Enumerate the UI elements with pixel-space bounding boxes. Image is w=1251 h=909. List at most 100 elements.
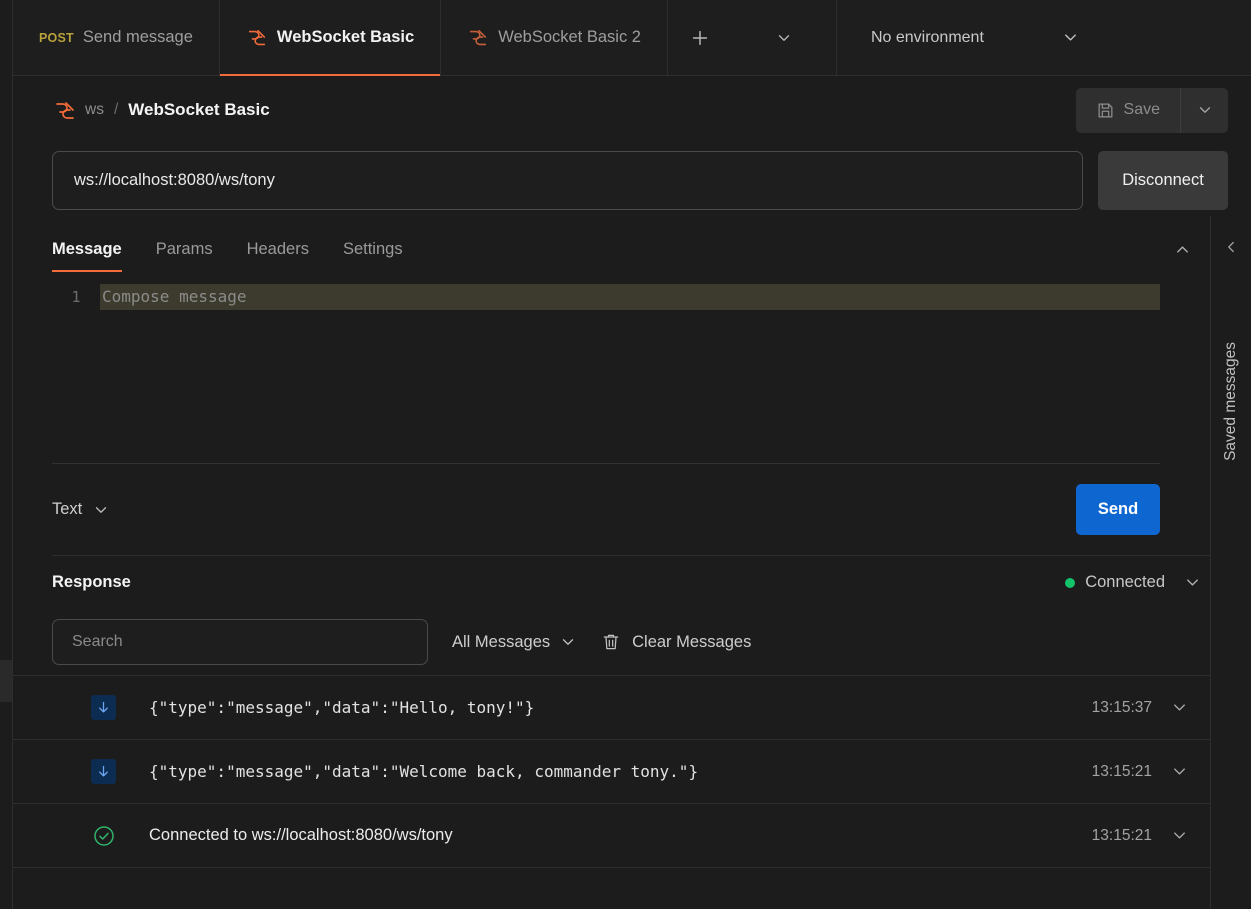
trash-icon [601, 632, 621, 652]
message-timestamp: 13:15:21 [1092, 827, 1152, 845]
chevron-down-icon [1061, 28, 1080, 47]
left-rail [0, 0, 13, 909]
request-header: ws / WebSocket Basic Save [13, 76, 1251, 144]
message-editor-zone: 1 Compose message Text [13, 272, 1210, 556]
message-format-label: Text [52, 500, 82, 519]
arrow-down-icon [91, 759, 116, 784]
tab-message[interactable]: Message [52, 240, 122, 272]
send-button-label: Send [1098, 500, 1138, 519]
saved-messages-rail: Saved messages [1210, 216, 1251, 909]
left-rail-active-block [0, 660, 12, 702]
chevron-down-icon [92, 501, 110, 519]
send-bar: Text Send [52, 464, 1210, 556]
message-list-footer [13, 867, 1210, 909]
editor-gutter: 1 [52, 272, 100, 463]
websocket-icon [53, 99, 75, 121]
message-text: {"type":"message","data":"Welcome back, … [149, 762, 698, 781]
url-input[interactable]: ws://localhost:8080/ws/tony [52, 151, 1083, 210]
response-section: Response Connected [13, 556, 1210, 909]
status-dot-icon [1065, 578, 1075, 588]
breadcrumb-separator: / [114, 101, 118, 119]
arrow-down-icon [91, 695, 116, 720]
breadcrumb-protocol: ws [85, 101, 104, 119]
tab-headers-label: Headers [247, 240, 309, 258]
chevron-left-icon[interactable] [1222, 238, 1240, 256]
tab-label: Send message [83, 28, 193, 47]
table-row[interactable]: {"type":"message","data":"Hello, tony!"}… [13, 675, 1210, 739]
message-timestamp: 13:15:37 [1092, 699, 1152, 717]
main-column: POST Send message WebSocket Basic [13, 0, 1251, 909]
collapse-response-button[interactable] [1183, 573, 1202, 592]
app-window: POST Send message WebSocket Basic [0, 0, 1251, 909]
request-subtabs: Message Params Headers Settings [13, 216, 1210, 272]
tab-message-label: Message [52, 240, 122, 258]
save-button-label: Save [1124, 101, 1160, 119]
message-list: {"type":"message","data":"Hello, tony!"}… [13, 675, 1210, 909]
floppy-disk-icon [1096, 101, 1115, 120]
tab-label: WebSocket Basic 2 [498, 28, 641, 47]
tab-bar: POST Send message WebSocket Basic [13, 0, 1251, 76]
check-circle-icon [91, 823, 116, 848]
send-button[interactable]: Send [1076, 484, 1160, 535]
chevron-down-icon [775, 29, 793, 47]
message-text: Connected to ws://localhost:8080/ws/tony [149, 826, 453, 844]
connection-status: Connected [1065, 573, 1210, 592]
body-wrap: Message Params Headers Settings [13, 216, 1251, 909]
table-row[interactable]: {"type":"message","data":"Welcome back, … [13, 739, 1210, 803]
response-header: Response Connected [13, 556, 1210, 609]
expand-message-button[interactable] [1170, 762, 1189, 781]
clear-messages-button[interactable]: Clear Messages [601, 632, 751, 652]
message-body: {"type":"message","data":"Welcome back, … [149, 762, 1092, 782]
search-input-placeholder: Search [72, 633, 123, 651]
tab-settings-label: Settings [343, 240, 403, 258]
chevron-up-icon [1173, 240, 1192, 259]
tab-params[interactable]: Params [156, 240, 213, 272]
tab-headers[interactable]: Headers [247, 240, 309, 272]
breadcrumb: ws / WebSocket Basic [53, 99, 1076, 121]
save-button[interactable]: Save [1076, 88, 1181, 133]
editor-placeholder: Compose message [100, 284, 1160, 310]
editor-code-area[interactable]: Compose message [100, 272, 1160, 463]
tab-websocket-basic-2[interactable]: WebSocket Basic 2 [441, 0, 668, 75]
status-badge: Connected [1085, 573, 1165, 592]
websocket-icon [246, 27, 268, 49]
environment-selector[interactable]: No environment [837, 0, 1102, 75]
clear-messages-label: Clear Messages [632, 633, 751, 652]
editor-line-number: 1 [52, 284, 100, 310]
tab-list-button[interactable] [732, 0, 837, 75]
websocket-icon [467, 27, 489, 49]
tab-send-message[interactable]: POST Send message [13, 0, 220, 75]
environment-label: No environment [871, 29, 984, 47]
message-editor[interactable]: 1 Compose message [52, 272, 1160, 464]
tab-websocket-basic[interactable]: WebSocket Basic [220, 0, 441, 75]
response-title: Response [52, 573, 131, 592]
plus-icon [689, 27, 711, 49]
save-button-group: Save [1076, 88, 1228, 133]
url-row: ws://localhost:8080/ws/tony Disconnect [13, 144, 1251, 216]
new-tab-button[interactable] [668, 0, 732, 75]
saved-messages-label[interactable]: Saved messages [1222, 342, 1240, 461]
save-options-button[interactable] [1181, 88, 1228, 133]
tab-settings[interactable]: Settings [343, 240, 403, 272]
chevron-down-icon [1196, 101, 1214, 119]
message-body: Connected to ws://localhost:8080/ws/tony [149, 826, 1092, 845]
message-format-selector[interactable]: Text [52, 500, 110, 519]
table-row[interactable]: Connected to ws://localhost:8080/ws/tony… [13, 803, 1210, 867]
search-input[interactable]: Search [52, 619, 428, 665]
message-timestamp: 13:15:21 [1092, 763, 1152, 781]
tab-params-label: Params [156, 240, 213, 258]
body-main: Message Params Headers Settings [13, 216, 1210, 909]
response-toolbar: Search All Messages [13, 609, 1210, 675]
message-filter-label: All Messages [452, 633, 550, 652]
tab-method-label: POST [39, 31, 74, 45]
disconnect-button[interactable]: Disconnect [1098, 151, 1228, 210]
chevron-down-icon [559, 633, 577, 651]
tab-label: WebSocket Basic [277, 28, 414, 47]
message-body: {"type":"message","data":"Hello, tony!"} [149, 698, 1092, 718]
collapse-request-button[interactable] [1173, 240, 1192, 272]
message-filter-selector[interactable]: All Messages [452, 633, 577, 652]
expand-message-button[interactable] [1170, 698, 1189, 717]
page-title: WebSocket Basic [128, 100, 269, 120]
disconnect-button-label: Disconnect [1122, 171, 1204, 190]
expand-message-button[interactable] [1170, 826, 1189, 845]
